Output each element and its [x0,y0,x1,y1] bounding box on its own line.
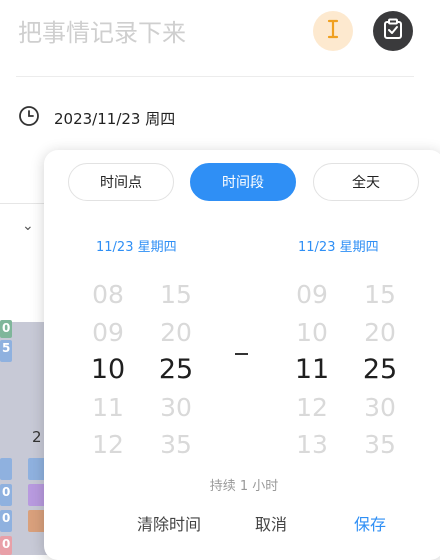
start-date-label[interactable]: 11/23 星期四 [96,236,177,255]
chevron-down-icon[interactable]: ⌄ [22,218,34,234]
task-title-input[interactable] [16,14,300,52]
calendar-event-strip[interactable]: 0 [0,320,12,338]
wheel-item[interactable]: 08 [78,276,138,314]
range-separator [235,353,248,355]
tab-time-range[interactable]: 时间段 [190,163,296,201]
wheel-item[interactable]: 10 [282,314,342,352]
calendar-event-strip[interactable]: 0 [0,510,12,532]
calendar-day-number: 2 [32,428,42,446]
wheel-item[interactable]: 30 [146,389,206,427]
wheel-item-selected[interactable]: 25 [350,351,410,389]
wheel-item[interactable]: 12 [282,389,342,427]
wheel-item[interactable]: 20 [350,314,410,352]
date-row[interactable]: 2023/11/23 周四 [18,106,175,130]
clipboard-check-button[interactable] [373,11,413,51]
text-format-button[interactable] [313,11,353,51]
wheel-item[interactable]: 15 [146,276,206,314]
wheel-item[interactable]: 35 [146,426,206,464]
end-hour-wheel[interactable]: 09 10 11 12 13 [282,276,342,464]
date-text: 2023/11/23 周四 [54,109,176,128]
wheel-item[interactable]: 15 [350,276,410,314]
clear-time-button[interactable]: 清除时间 [137,510,201,536]
background-divider [0,203,44,204]
wheel-item[interactable]: 30 [350,389,410,427]
clipboard-check-icon [382,18,404,44]
tab-all-day[interactable]: 全天 [313,163,419,201]
start-minute-wheel[interactable]: 15 20 25 30 35 [146,276,206,464]
divider [16,76,414,77]
end-minute-wheel[interactable]: 15 20 25 30 35 [350,276,410,464]
wheel-item[interactable]: 35 [350,426,410,464]
wheel-item[interactable]: 20 [146,314,206,352]
tab-time-point[interactable]: 时间点 [68,163,174,201]
wheel-item[interactable]: 12 [78,426,138,464]
task-editor: 2023/11/23 周四 [0,0,440,150]
calendar-event-strip[interactable]: 0 [0,484,12,506]
wheel-item-selected[interactable]: 10 [78,351,138,389]
duration-text: 持续 1 小时 [209,479,279,494]
wheel-item[interactable]: 11 [78,389,138,427]
text-cursor-icon [326,19,340,43]
calendar-event-strip[interactable] [0,458,12,480]
end-date-label[interactable]: 11/23 星期四 [298,236,379,255]
calendar-event-strip[interactable]: 0 [0,536,12,555]
wheel-item[interactable]: 09 [78,314,138,352]
clock-icon [18,105,40,131]
wheel-item-selected[interactable]: 11 [282,351,342,389]
time-range-picker: 时间点 时间段 全天 11/23 星期四 11/23 星期四 08 09 10 … [44,150,440,560]
wheel-item[interactable]: 09 [282,276,342,314]
wheel-item-selected[interactable]: 25 [146,351,206,389]
save-button[interactable]: 保存 [354,510,386,536]
cancel-button[interactable]: 取消 [255,510,287,536]
wheel-item[interactable]: 13 [282,426,342,464]
calendar-event-strip[interactable]: 5 [0,340,12,362]
start-hour-wheel[interactable]: 08 09 10 11 12 [78,276,138,464]
